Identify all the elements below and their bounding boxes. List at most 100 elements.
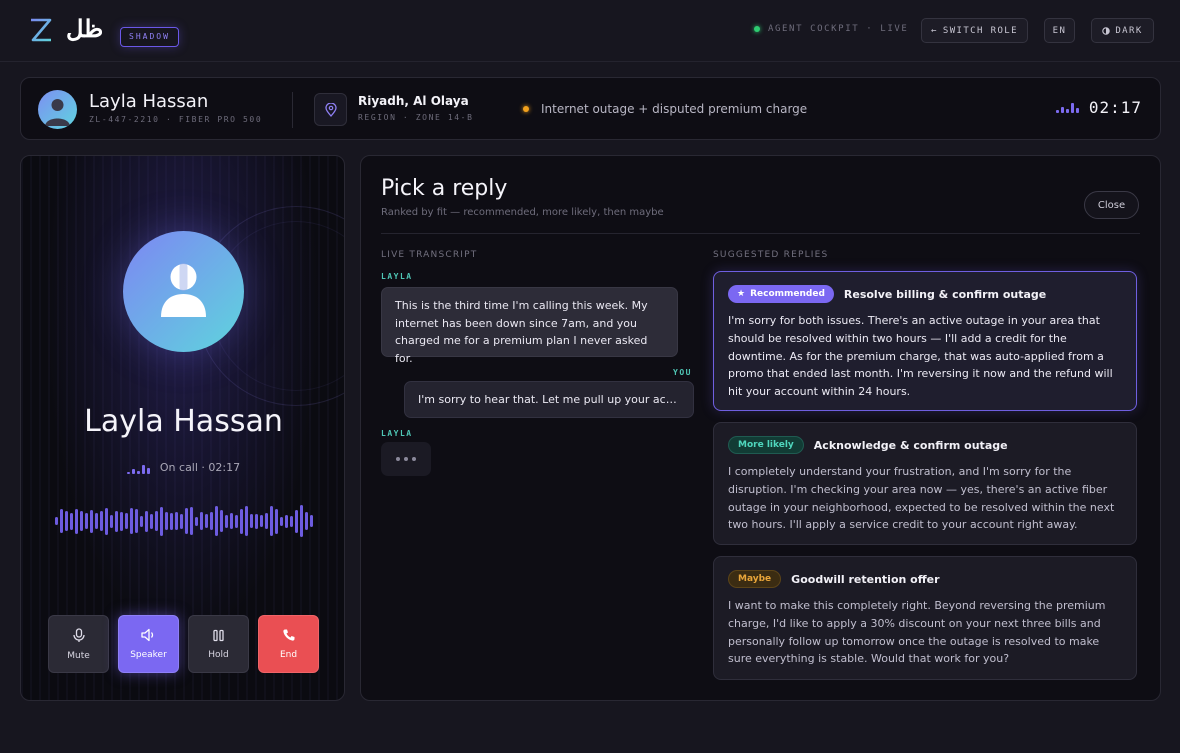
mute-button[interactable]: Mute: [48, 615, 109, 673]
signal-bars-icon: [1055, 101, 1079, 113]
waveform-bar: [150, 513, 153, 529]
waveform-bar: [270, 506, 273, 536]
person-icon: [161, 263, 206, 317]
live-status: AGENT COCKPIT · LIVE: [754, 24, 908, 34]
waveform-bar: [225, 514, 228, 528]
waveform-bar: [265, 513, 268, 529]
waveform-bar: [125, 513, 128, 529]
transcript-message: I'm sorry to hear that. Let me pull up y…: [404, 381, 694, 418]
end-call-button[interactable]: End: [258, 615, 319, 673]
waveform-bar: [165, 512, 168, 530]
call-status: On call · 02:17: [21, 461, 344, 474]
call-timer: 02:17: [1055, 98, 1142, 117]
location-region: REGION · ZONE 14-B: [358, 113, 474, 122]
waveform-bar: [300, 505, 303, 537]
reply-title: Acknowledge & confirm outage: [813, 438, 1008, 452]
waveform-bar: [260, 515, 263, 527]
waveform-bar: [280, 516, 283, 526]
waveform-bar: [210, 512, 213, 530]
reply-body: I want to make this completely right. Be…: [728, 599, 1106, 666]
signal-bars-icon: [126, 462, 150, 474]
speaker-label: LAYLA: [381, 272, 413, 281]
close-button[interactable]: Close: [1084, 191, 1139, 219]
badge-label: Recommended: [750, 289, 825, 299]
waveform-bar: [195, 516, 198, 526]
reply-card-more-likely[interactable]: More likely Acknowledge & confirm outage…: [713, 422, 1137, 545]
waveform-bar: [290, 515, 293, 527]
waveform-bar: [310, 515, 313, 527]
waveform-bar: [185, 508, 188, 534]
waveform-bar: [135, 509, 138, 533]
waveform-bar: [250, 514, 253, 528]
audio-waveform: [55, 501, 313, 541]
recommended-badge: ★ Recommended: [728, 285, 834, 303]
speaker-label: Speaker: [130, 650, 167, 660]
reply-card-recommended[interactable]: ★ Recommended Resolve billing & confirm …: [713, 271, 1137, 411]
waveform-bar: [200, 512, 203, 530]
switch-role-label: SWITCH ROLE: [942, 25, 1018, 36]
waveform-bar: [275, 508, 278, 534]
waveform-bar: [285, 514, 288, 528]
language-label: EN: [1052, 25, 1067, 36]
waveform-bar: [235, 514, 238, 528]
issue-dot-icon: [523, 106, 529, 112]
end-label: End: [279, 650, 298, 660]
location-name: Riyadh, Al Olaya: [358, 94, 469, 108]
waveform-bar: [240, 508, 243, 534]
reply-card-maybe[interactable]: Maybe Goodwill retention offer I want to…: [713, 556, 1137, 680]
person-icon: [45, 99, 70, 126]
panel-title: Pick a reply: [381, 176, 508, 201]
waveform-bar: [70, 512, 73, 530]
waveform-bar: [245, 506, 248, 536]
waveform-bar: [305, 512, 308, 530]
waveform-bar: [175, 512, 178, 530]
caller-avatar: [123, 231, 244, 352]
theme-label: DARK: [1115, 25, 1143, 36]
waveform-bar: [105, 507, 108, 535]
issue-text: Internet outage + disputed premium charg…: [541, 102, 808, 116]
speaker-button[interactable]: Speaker: [118, 615, 179, 673]
more-likely-badge: More likely: [728, 436, 804, 454]
customer-name: Layla Hassan: [89, 91, 209, 112]
language-button[interactable]: EN: [1044, 18, 1075, 43]
speaker-icon: [141, 628, 154, 642]
waveform-bar: [230, 513, 233, 529]
waveform-bar: [170, 512, 173, 530]
waveform-bar: [160, 506, 163, 536]
waveform-bar: [80, 511, 83, 531]
mode-badge: SHADOW: [120, 27, 179, 47]
customer-header: Layla Hassan ZL-447-2210 · FIBER PRO 500…: [20, 77, 1161, 140]
switch-role-button[interactable]: ← SWITCH ROLE: [921, 18, 1028, 43]
waveform-bar: [190, 507, 193, 535]
maybe-badge: Maybe: [728, 570, 782, 588]
waveform-bar: [60, 509, 63, 533]
hold-label: Hold: [208, 649, 229, 660]
typing-indicator: [381, 442, 431, 476]
divider: [292, 92, 293, 128]
location-pin-icon: [314, 93, 347, 126]
waveform-bar: [65, 511, 68, 531]
top-bar: ظل SHADOW AGENT COCKPIT · LIVE ← SWITCH …: [0, 0, 1180, 62]
logo-arabic: ظل: [66, 14, 104, 43]
call-card: Layla Hassan On call · 02:17 Mute Speake…: [20, 155, 345, 701]
waveform-bar: [55, 517, 58, 525]
issue-summary: Internet outage + disputed premium charg…: [523, 102, 807, 116]
waveform-bar: [85, 513, 88, 529]
arrow-left-icon: ←: [931, 25, 938, 36]
hold-button[interactable]: Hold: [188, 615, 249, 673]
waveform-bar: [90, 509, 93, 533]
waveform-bar: [145, 510, 148, 532]
microphone-icon: [72, 627, 85, 642]
waveform-bar: [75, 508, 78, 534]
waveform-bar: [130, 508, 133, 534]
speaker-label: LAYLA: [381, 429, 413, 438]
phone-icon: [282, 629, 294, 641]
replies-label: SUGGESTED REPLIES: [713, 250, 829, 260]
waveform-bar: [115, 510, 118, 532]
transcript-message: This is the third time I'm calling this …: [381, 287, 678, 365]
transcript-label: LIVE TRANSCRIPT: [381, 250, 478, 260]
star-icon: ★: [737, 289, 746, 299]
theme-toggle-button[interactable]: DARK: [1091, 18, 1154, 43]
waveform-bar: [205, 514, 208, 528]
waveform-bar: [110, 514, 113, 528]
